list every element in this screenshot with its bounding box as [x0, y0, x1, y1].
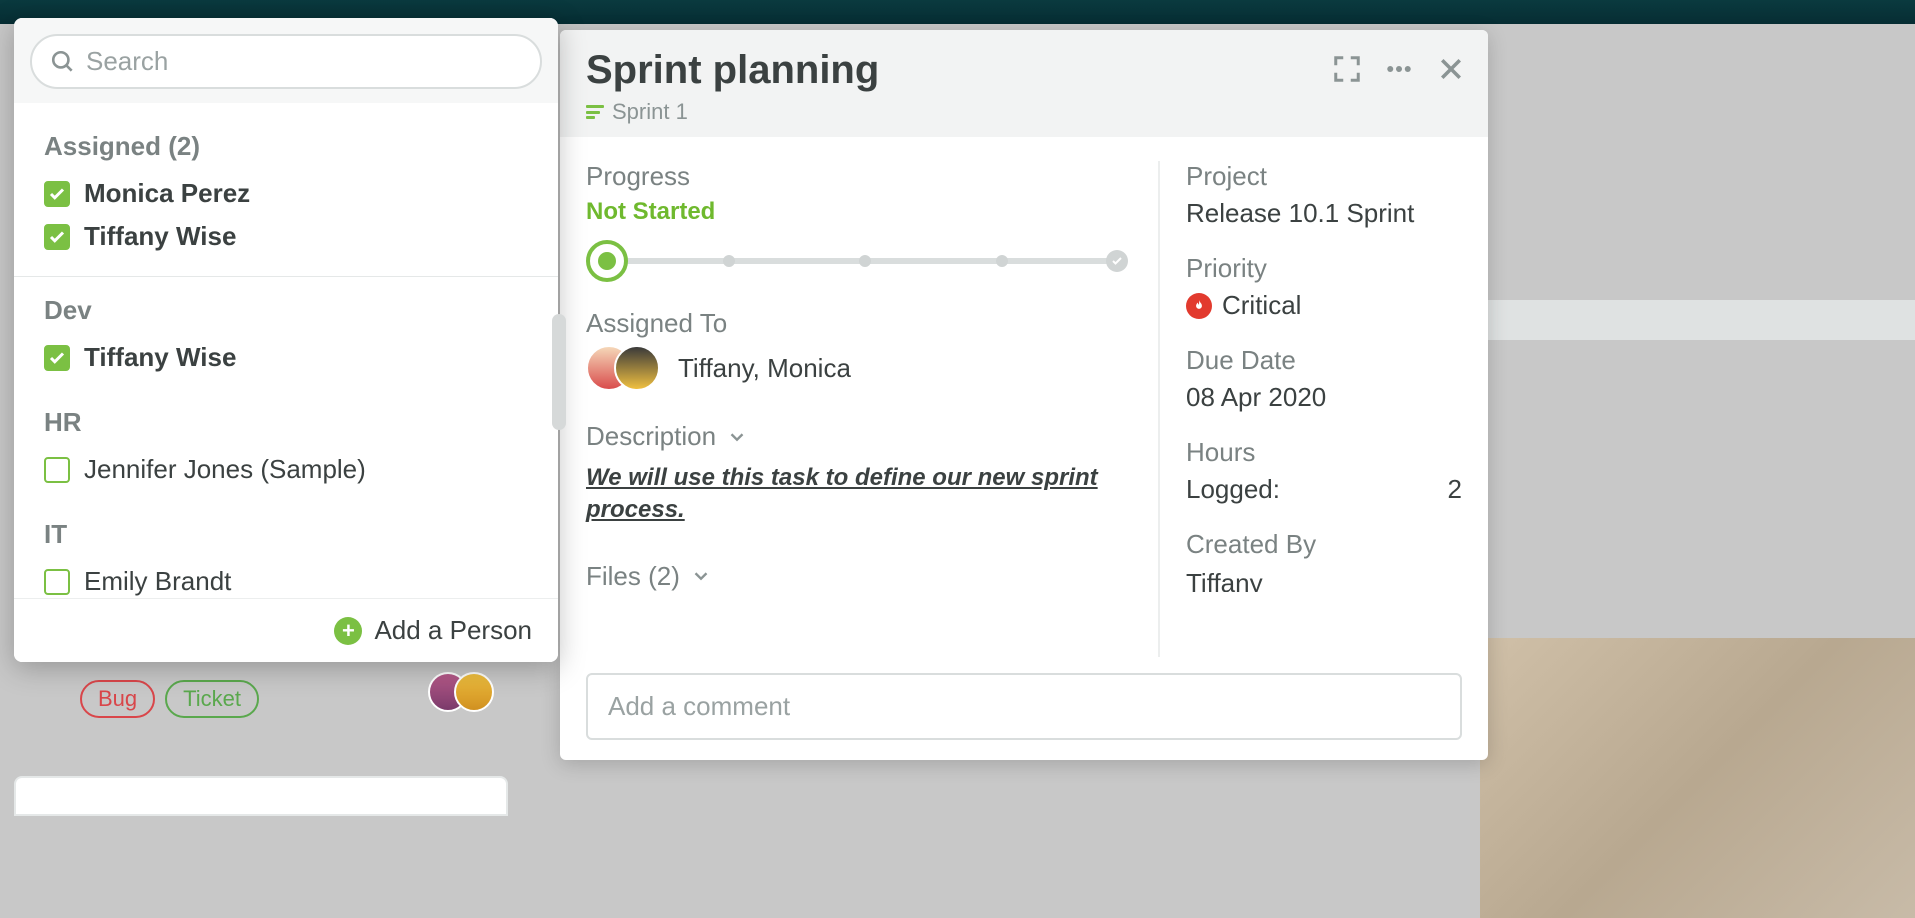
progress-label: Progress [586, 161, 1132, 192]
priority-value: Critical [1222, 290, 1301, 321]
tag-ticket[interactable]: Ticket [165, 680, 259, 718]
person-monica-perez[interactable]: Monica Perez [44, 172, 528, 215]
tag-bug[interactable]: Bug [80, 680, 155, 718]
background-card-partial [14, 776, 508, 816]
assigned-avatars [586, 345, 660, 391]
search-bar-wrap [14, 18, 558, 103]
checkbox-checked-icon [44, 345, 70, 371]
created-by-block[interactable]: Created By Tiffany [1186, 529, 1462, 592]
task-header: Sprint planning Sprint 1 [560, 30, 1488, 137]
close-icon[interactable] [1436, 54, 1466, 84]
logged-value: 2 [1448, 474, 1462, 505]
person-tiffany-wise[interactable]: Tiffany Wise [44, 215, 528, 258]
progress-end-icon [1106, 250, 1128, 272]
created-by-value: Tiffany [1186, 566, 1462, 592]
search-box[interactable] [30, 34, 542, 89]
progress-current-icon [586, 240, 628, 282]
person-emily-brandt[interactable]: Emily Brandt [44, 560, 528, 598]
plus-circle-icon[interactable]: + [334, 617, 362, 645]
description-header[interactable]: Description [586, 421, 1132, 452]
sprint-icon [586, 105, 604, 119]
progress-status[interactable]: Not Started [586, 198, 1132, 226]
avatar [614, 345, 660, 391]
progress-step [996, 255, 1008, 267]
breadcrumb-text: Sprint 1 [612, 99, 688, 125]
progress-step [859, 255, 871, 267]
expand-icon[interactable] [1332, 54, 1362, 84]
people-picker-footer: + Add a Person [14, 598, 558, 662]
task-breadcrumb[interactable]: Sprint 1 [586, 99, 1462, 125]
person-jennifer-jones[interactable]: Jennifer Jones (Sample) [44, 448, 528, 491]
avatar [454, 672, 494, 712]
description-text[interactable]: We will use this task to define our new … [586, 462, 1132, 527]
person-name: Monica Perez [84, 178, 250, 209]
description-label: Description [586, 421, 716, 452]
checkbox-unchecked-icon [44, 457, 70, 483]
task-main: Progress Not Started Assigned To Tiffany… [586, 161, 1132, 657]
person-name: Tiffany Wise [84, 342, 236, 373]
checkbox-unchecked-icon [44, 569, 70, 595]
due-date-value: 08 Apr 2020 [1186, 382, 1462, 413]
due-date-label: Due Date [1186, 345, 1462, 376]
logged-label: Logged: [1186, 474, 1280, 505]
comment-input[interactable]: Add a comment [586, 673, 1462, 740]
assigned-names: Tiffany, Monica [678, 353, 851, 384]
created-by-label: Created By [1186, 529, 1462, 560]
task-title[interactable]: Sprint planning [586, 48, 1462, 93]
project-block[interactable]: Project Release 10.1 Sprint [1186, 161, 1462, 229]
task-body: Progress Not Started Assigned To Tiffany… [560, 137, 1488, 657]
files-header[interactable]: Files (2) [586, 561, 1132, 592]
priority-label: Priority [1186, 253, 1462, 284]
chevron-down-icon [690, 565, 712, 587]
person-tiffany-wise-dev[interactable]: Tiffany Wise [44, 336, 528, 379]
person-name: Tiffany Wise [84, 221, 236, 252]
project-label: Project [1186, 161, 1462, 192]
task-detail-panel: Sprint planning Sprint 1 Progress Not St… [560, 30, 1488, 760]
people-picker-panel: Assigned (2) Monica Perez Tiffany Wise D… [14, 18, 558, 662]
background-photo [1480, 638, 1915, 918]
group-hr-header: HR [44, 407, 528, 438]
task-sidebar: Project Release 10.1 Sprint Priority Cri… [1158, 161, 1462, 657]
group-it-header: IT [44, 519, 528, 550]
search-input[interactable] [86, 46, 522, 77]
files-label: Files (2) [586, 561, 680, 592]
group-dev-header: Dev [44, 295, 528, 326]
checkbox-checked-icon [44, 224, 70, 250]
assigned-to-row[interactable]: Tiffany, Monica [586, 345, 1132, 391]
hours-block[interactable]: Hours Logged: 2 [1186, 437, 1462, 505]
person-name: Jennifer Jones (Sample) [84, 454, 366, 485]
background-card-tags: Bug Ticket [80, 680, 259, 718]
divider [14, 276, 558, 277]
checkbox-checked-icon [44, 181, 70, 207]
more-icon[interactable] [1384, 54, 1414, 84]
assigned-header: Assigned (2) [44, 131, 528, 162]
person-name: Emily Brandt [84, 566, 231, 597]
background-stripe [1480, 300, 1915, 340]
chevron-down-icon [726, 426, 748, 448]
progress-step [723, 255, 735, 267]
background-card-avatars [428, 672, 494, 712]
task-actions [1332, 54, 1466, 84]
scrollbar-thumb[interactable] [552, 314, 566, 430]
search-icon [50, 49, 76, 75]
fire-icon [1186, 293, 1212, 319]
priority-block[interactable]: Priority Critical [1186, 253, 1462, 321]
due-date-block[interactable]: Due Date 08 Apr 2020 [1186, 345, 1462, 413]
assigned-label: Assigned To [586, 308, 1132, 339]
hours-label: Hours [1186, 437, 1462, 468]
project-value: Release 10.1 Sprint [1186, 198, 1462, 229]
comment-bar: Add a comment [560, 657, 1488, 760]
people-list: Assigned (2) Monica Perez Tiffany Wise D… [14, 103, 558, 598]
progress-track[interactable] [586, 240, 1132, 280]
add-person-button[interactable]: Add a Person [374, 615, 532, 646]
